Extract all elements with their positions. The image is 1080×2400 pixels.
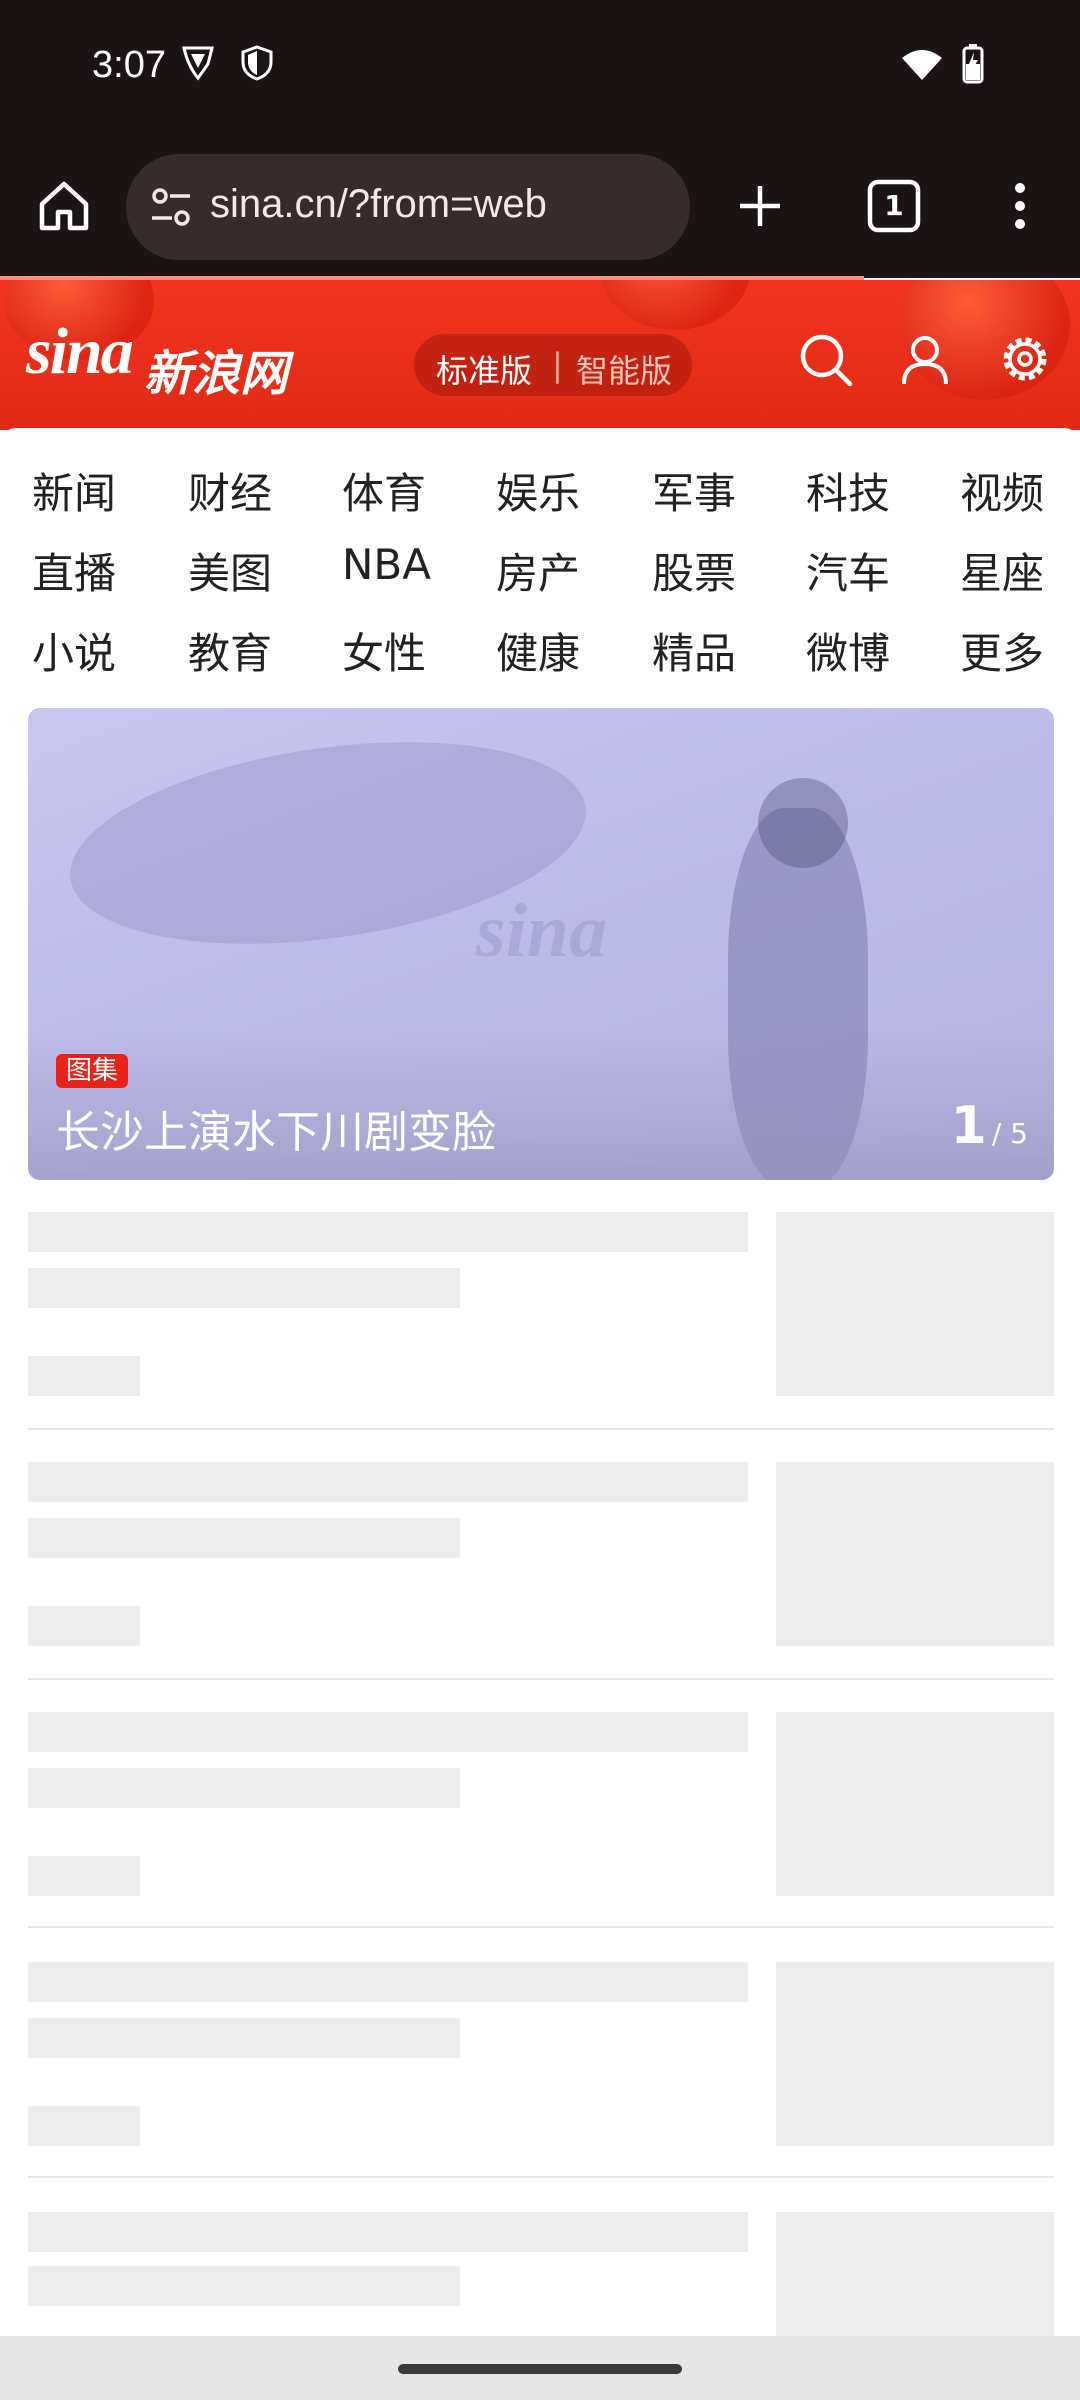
version-smart-tab[interactable]: 智能版 [576,346,672,392]
user-icon[interactable] [896,330,954,388]
nav-item-novels[interactable]: 小说 [32,620,142,681]
site-settings-icon[interactable] [148,184,194,230]
address-bar[interactable]: sina.cn/?from=web [126,154,690,260]
version-toggle: 标准版 | 智能版 [414,334,692,396]
search-icon[interactable] [796,330,854,388]
nav-item-nba[interactable]: NBA [342,540,452,589]
skeleton-title-line [28,1518,460,1558]
nav-item-weibo[interactable]: 微博 [806,620,916,681]
site-header: sina 新浪网 标准版 | 智能版 [0,280,1080,430]
hero-image [758,778,848,868]
hero-current-index: 1 [950,1096,987,1156]
skeleton-title-line [28,1768,460,1808]
skeleton-thumbnail [776,1962,1054,2146]
nav-item-featured[interactable]: 精品 [652,620,762,681]
home-gesture-handle[interactable] [398,2364,682,2374]
shield-icon [241,45,273,81]
vpn-shield-icon [182,46,214,81]
hero-carousel[interactable]: sina 图集 长沙上演水下川剧变脸 1 / 5 [28,708,1054,1180]
nav-item-women[interactable]: 女性 [342,620,452,681]
status-bar: 3:07 [0,0,1080,140]
skeleton-thumbnail [776,1712,1054,1896]
skeleton-meta [28,1356,140,1396]
skeleton-title-line [28,1212,748,1252]
hero-watermark: sina [476,889,607,973]
version-standard-tab[interactable]: 标准版 [436,346,532,392]
nav-item-auto[interactable]: 汽车 [806,540,916,601]
logo-cn-text: 新浪网 [144,346,289,402]
hero-title[interactable]: 长沙上演水下川剧变脸 [56,1096,496,1160]
skeleton-title-line [28,1462,748,1502]
settings-icon[interactable] [996,330,1054,388]
lantern-decoration [600,280,750,330]
version-separator: | [552,346,563,384]
nav-item-entertainment[interactable]: 娱乐 [496,460,606,521]
nav-item-realestate[interactable]: 房产 [496,540,606,601]
skeleton-meta [28,2106,140,2146]
skeleton-title-line [28,1712,748,1752]
new-tab-icon[interactable] [728,174,792,238]
skeleton-thumbnail [776,1462,1054,1646]
nav-item-finance[interactable]: 财经 [188,460,298,521]
tab-count[interactable]: 1 [864,176,924,236]
divider [28,2176,1054,2178]
logo-sina-text: sina [26,315,134,388]
hero-page-counter: 1 / 5 [951,1096,1028,1156]
hero-tag: 图集 [56,1054,129,1088]
wifi-icon [902,50,942,80]
skeleton-title-line [28,1962,748,2002]
nav-item-more[interactable]: 更多 [960,620,1070,681]
divider [28,1428,1054,1430]
hero-total: / 5 [991,1117,1028,1150]
battery-charging-icon [962,44,984,84]
nav-item-education[interactable]: 教育 [188,620,298,681]
nav-item-health[interactable]: 健康 [496,620,606,681]
more-menu-icon[interactable] [1000,174,1040,238]
nav-item-live[interactable]: 直播 [32,540,142,601]
skeleton-meta [28,1606,140,1646]
sina-logo[interactable]: sina 新浪网 [26,308,316,404]
nav-item-video[interactable]: 视频 [960,460,1070,521]
skeleton-thumbnail [776,1212,1054,1396]
nav-item-sports[interactable]: 体育 [342,460,452,521]
url-text[interactable]: sina.cn/?from=web [210,182,547,227]
divider [28,1926,1054,1928]
home-icon[interactable] [32,174,96,238]
browser-toolbar: sina.cn/?from=web 1 [0,140,1080,278]
skeleton-title-line [28,1268,460,1308]
system-navigation-bar [0,2336,1080,2400]
nav-item-military[interactable]: 军事 [652,460,762,521]
skeleton-title-line [28,2266,460,2306]
nav-item-news[interactable]: 新闻 [32,460,142,521]
nav-item-tech[interactable]: 科技 [806,460,916,521]
skeleton-title-line [28,2212,748,2252]
divider [28,1678,1054,1680]
nav-item-stocks[interactable]: 股票 [652,540,762,601]
status-time: 3:07 [92,44,166,86]
skeleton-title-line [28,2018,460,2058]
nav-item-astrology[interactable]: 星座 [960,540,1070,601]
nav-item-photos[interactable]: 美图 [188,540,298,601]
skeleton-meta [28,1856,140,1896]
skeleton-thumbnail [776,2212,1054,2336]
